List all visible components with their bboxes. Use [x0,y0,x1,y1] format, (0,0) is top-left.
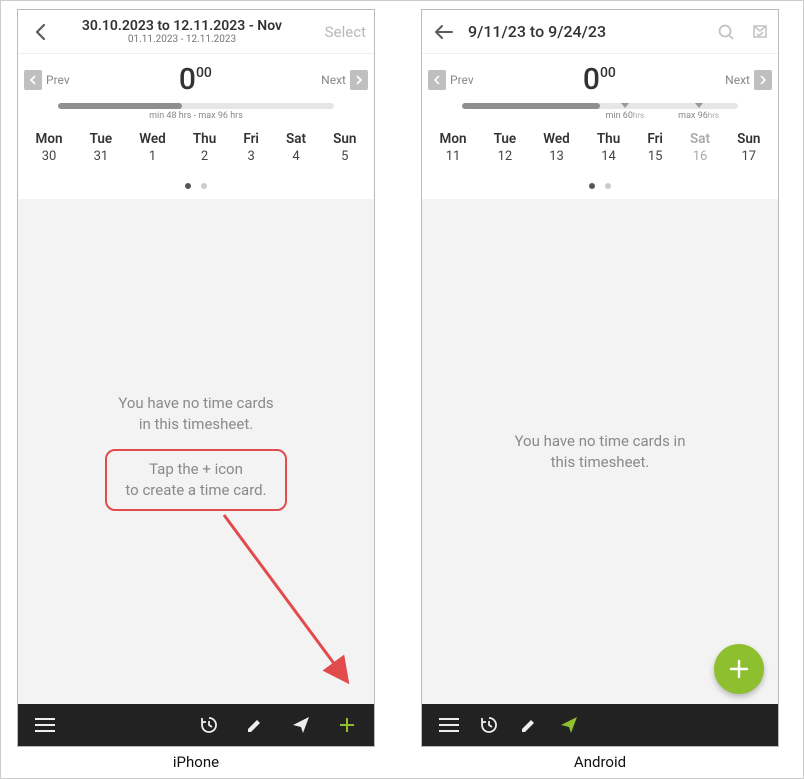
range-labels: min 48 hrs - max 96 hrs [58,111,334,121]
total-hours: 0 00 [179,62,212,97]
send-icon[interactable] [552,708,586,742]
day-wed[interactable]: Wed13 [543,131,570,164]
day-sat[interactable]: Sat4 [286,131,306,164]
day-sat[interactable]: Sat16 [690,131,710,164]
empty-message: You have no time cards in this timesheet… [515,431,686,473]
next-label: Next [321,73,346,87]
history-icon[interactable] [192,708,226,742]
select-button[interactable]: Select [310,23,366,41]
add-fab-button[interactable] [714,644,764,694]
day-fri[interactable]: Fri3 [243,131,259,164]
page-dot-2[interactable] [605,183,611,189]
hours-decimal: 00 [196,65,212,81]
hours-summary-row: Prev 0 00 Next [18,54,374,99]
range-labels: min 60hrs max 96hrs [462,111,738,121]
header-title-line2: 01.11.2023 - 12.11.2023 [54,34,310,45]
iphone-screen: 30.10.2023 to 12.11.2023 - Nov 01.11.202… [17,9,375,747]
bottom-toolbar [422,704,778,746]
day-thu[interactable]: Thu14 [597,131,620,164]
caption-android: Android [421,753,779,771]
header-title[interactable]: 9/11/23 to 9/24/23 [458,22,716,41]
empty-hint-callout: Tap the + icon to create a time card. [105,449,286,511]
total-hours: 0 00 [583,62,616,97]
day-wed[interactable]: Wed1 [139,131,166,164]
range-min: min 60hrs [606,111,645,121]
header-title-text: 9/11/23 to 9/24/23 [468,22,716,41]
range-track[interactable] [58,103,334,109]
hours-whole: 0 [583,62,600,97]
day-tue[interactable]: Tue12 [494,131,517,164]
add-button[interactable] [330,708,364,742]
day-thu[interactable]: Thu2 [193,131,216,164]
annotation-arrow [216,509,366,694]
range-label-text: min 48 hrs - max 96 hrs [149,111,243,121]
approve-icon[interactable] [750,22,770,42]
page-indicator [422,174,778,199]
range-max: max 96hrs [678,111,719,121]
day-mon[interactable]: Mon11 [440,131,467,164]
day-selector: Mon30 Tue31 Wed1 Thu2 Fri3 Sat4 Sun5 [18,123,374,174]
caption-iphone: iPhone [17,753,375,771]
send-icon[interactable] [284,708,318,742]
edit-icon[interactable] [512,708,546,742]
day-selector: Mon11 Tue12 Wed13 Thu14 Fri15 Sat16 Sun1… [422,123,778,174]
menu-button[interactable] [28,708,62,742]
hours-decimal: 00 [600,65,616,81]
header-title[interactable]: 30.10.2023 to 12.11.2023 - Nov 01.11.202… [54,18,310,45]
prev-label: Prev [46,73,70,87]
hours-range: min 48 hrs - max 96 hrs [18,99,374,123]
back-button[interactable] [26,18,54,46]
header-bar: 30.10.2023 to 12.11.2023 - Nov 01.11.202… [18,10,374,54]
empty-state: You have no time cards in this timesheet… [422,199,778,704]
chevron-left-icon [24,70,42,90]
hours-summary-row: Prev 0 00 Next [422,54,778,99]
day-sun[interactable]: Sun17 [737,131,760,164]
day-sun[interactable]: Sun5 [333,131,356,164]
header-bar: 9/11/23 to 9/24/23 [422,10,778,54]
search-icon[interactable] [716,22,736,42]
page-dot-2[interactable] [201,183,207,189]
back-button[interactable] [430,18,458,46]
prev-label: Prev [450,73,474,87]
page-dot-1[interactable] [185,183,191,189]
prev-button[interactable]: Prev [428,70,474,90]
edit-icon[interactable] [238,708,272,742]
prev-button[interactable]: Prev [24,70,70,90]
hours-whole: 0 [179,62,196,97]
day-fri[interactable]: Fri15 [647,131,663,164]
bottom-toolbar [18,704,374,746]
page-indicator [18,174,374,199]
day-tue[interactable]: Tue31 [90,131,113,164]
chevron-left-icon [428,70,446,90]
next-button[interactable]: Next [321,70,368,90]
header-title-line1: 30.10.2023 to 12.11.2023 - Nov [54,18,310,34]
next-label: Next [725,73,750,87]
history-icon[interactable] [472,708,506,742]
day-mon[interactable]: Mon30 [36,131,63,164]
next-button[interactable]: Next [725,70,772,90]
empty-state: You have no time cards in this timesheet… [18,199,374,704]
chevron-right-icon [754,70,772,90]
empty-message: You have no time cards in this timesheet… [118,393,273,435]
chevron-right-icon [350,70,368,90]
hours-range: min 60hrs max 96hrs [422,99,778,123]
android-screen: 9/11/23 to 9/24/23 Prev [421,9,779,747]
page-dot-1[interactable] [589,183,595,189]
menu-button[interactable] [432,708,466,742]
